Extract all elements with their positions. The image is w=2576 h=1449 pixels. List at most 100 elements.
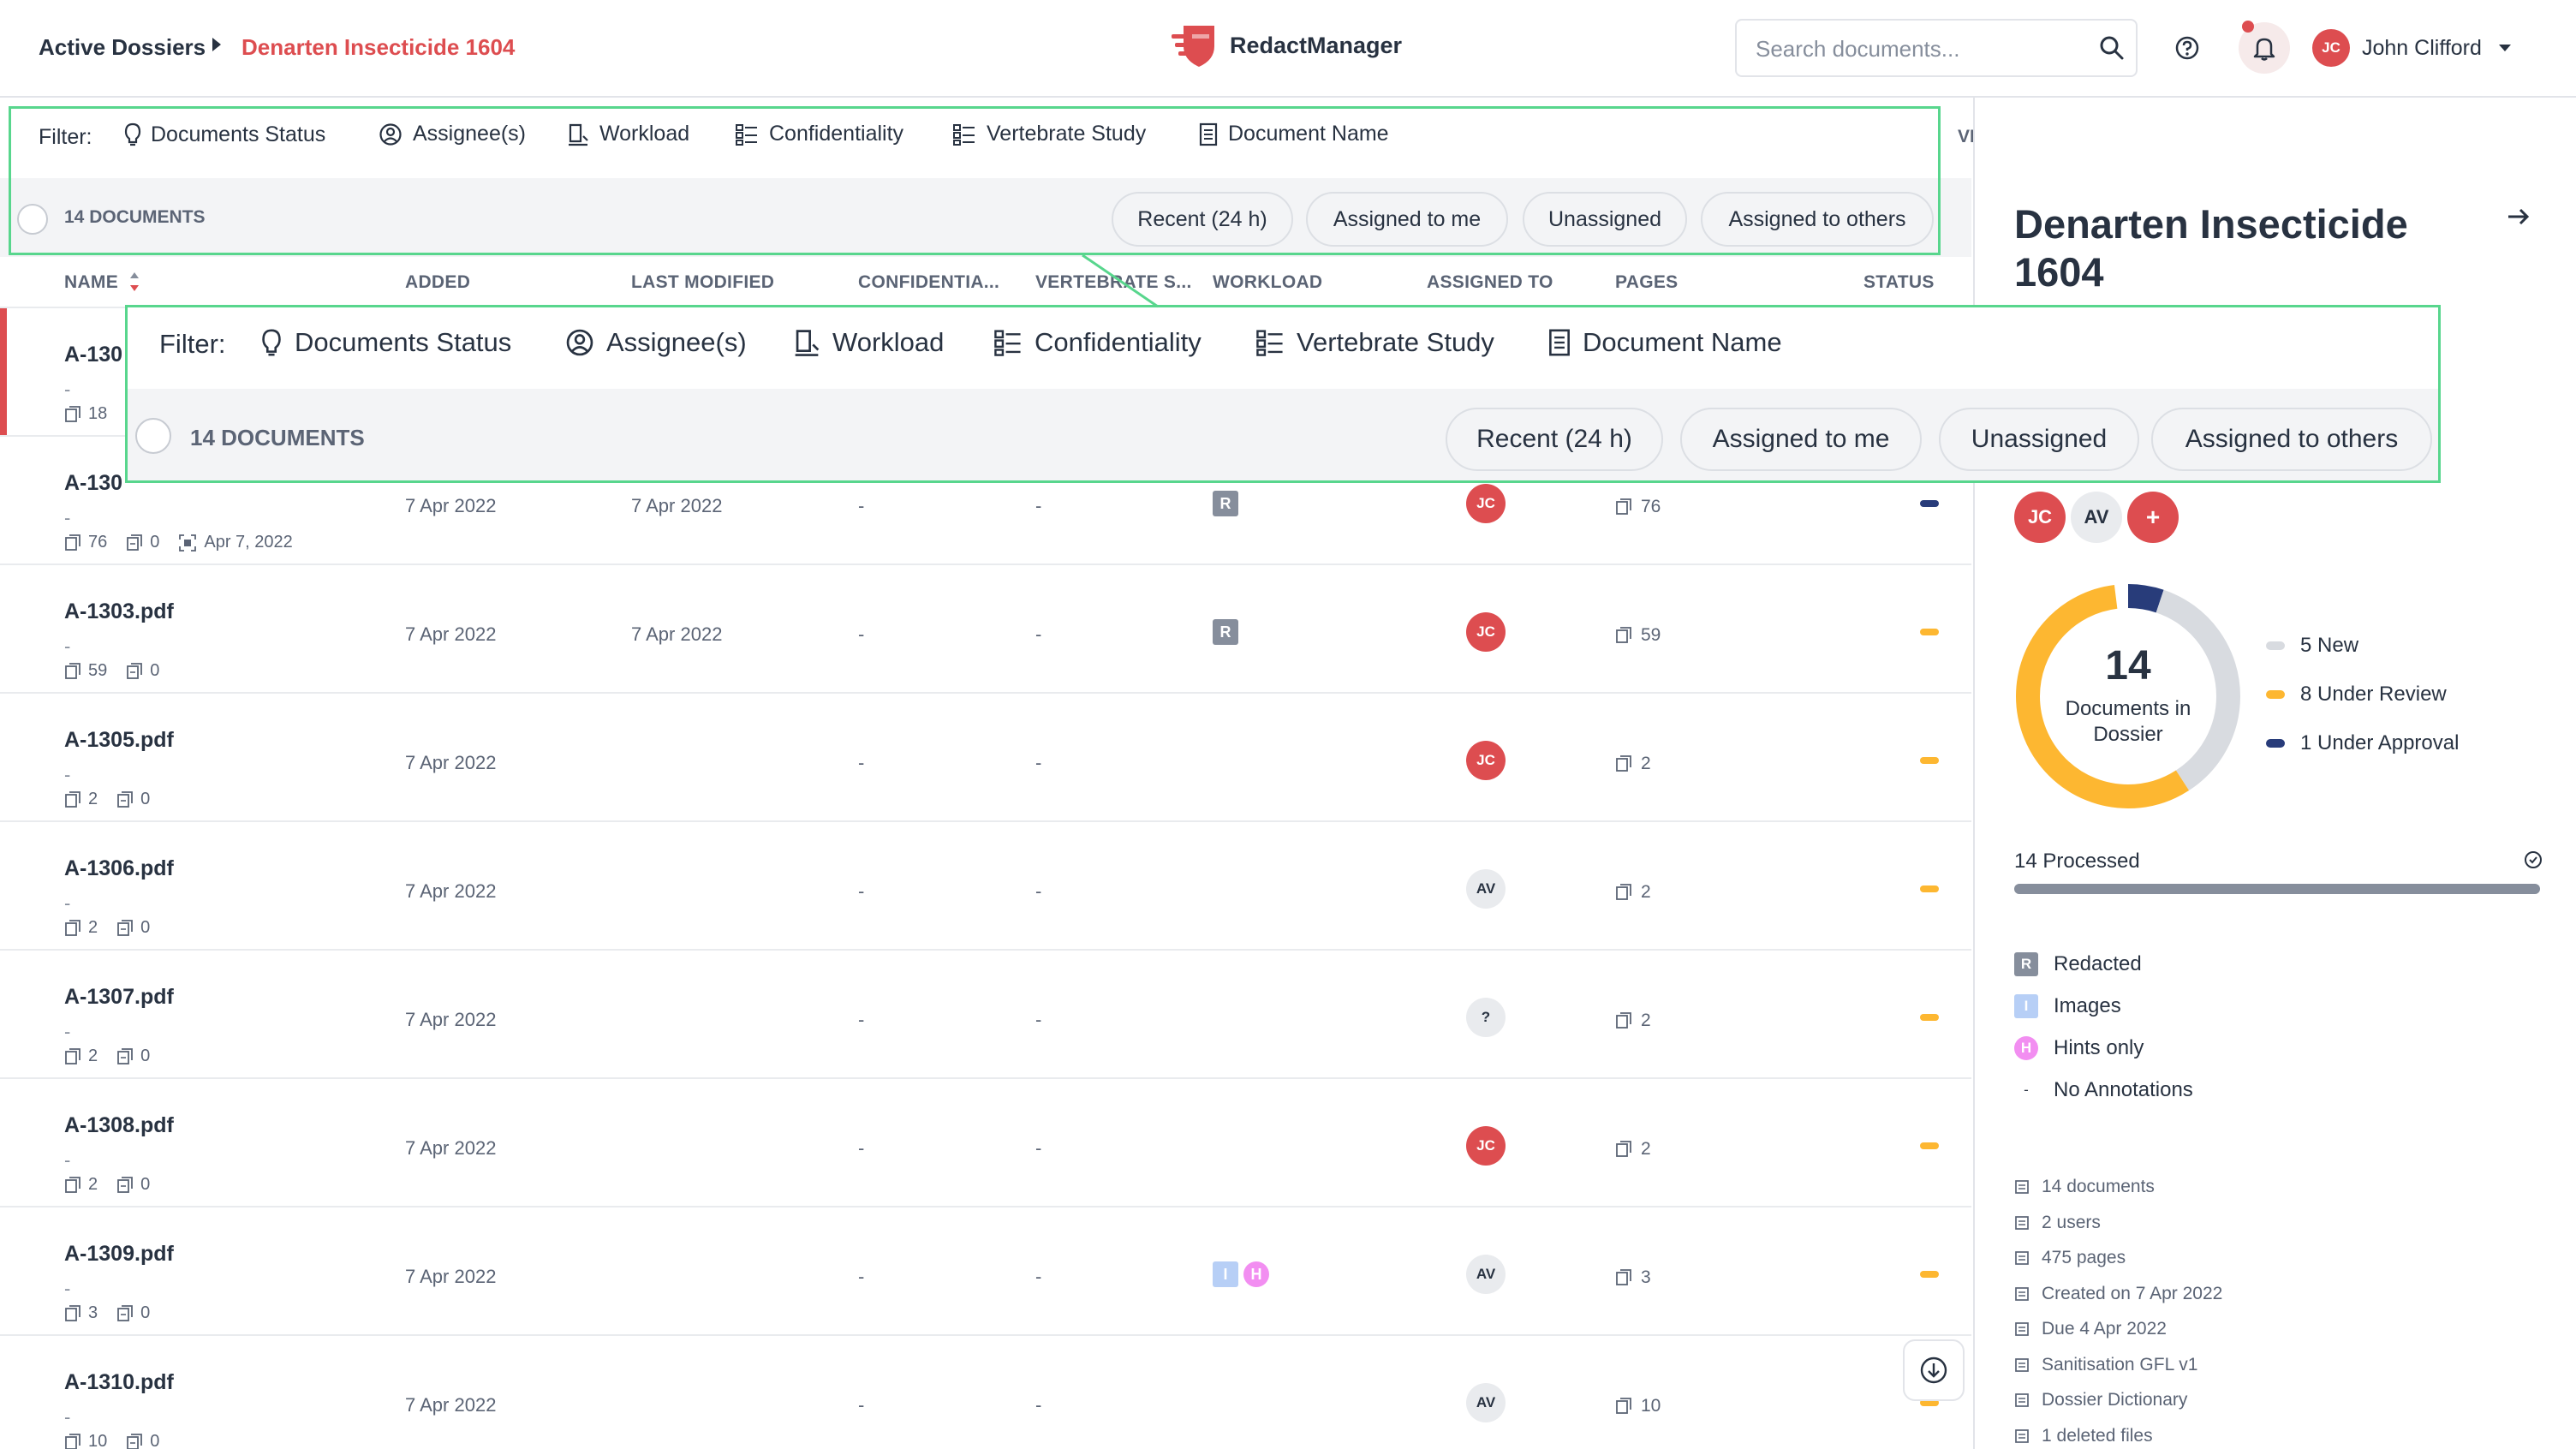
add-member-button[interactable]: + <box>2127 492 2179 543</box>
zoomed-filter-documents-status[interactable]: Documents Status <box>260 327 511 358</box>
zoomed-filter-document-name[interactable]: Document Name <box>1548 327 1782 358</box>
quick-filter-assigned-to-others[interactable]: Assigned to others <box>1701 192 1934 247</box>
page-count-value: 2 <box>88 1175 98 1194</box>
status-indicator[interactable] <box>1920 886 1939 892</box>
assignee-avatar[interactable]: JC <box>1466 484 1506 523</box>
column-header-assigned-to[interactable]: ASSIGNED TO <box>1427 272 1553 293</box>
status-indicator[interactable] <box>1920 1271 1939 1278</box>
scroll-down-button[interactable] <box>1903 1339 1965 1401</box>
page-count-meta: 3 <box>64 1303 98 1323</box>
breadcrumb-active-dossiers[interactable]: Active Dossiers <box>39 34 206 61</box>
column-header-last-modified[interactable]: LAST MODIFIED <box>631 272 774 293</box>
column-header-vertebrate-study[interactable]: VERTEBRATE S... <box>1035 272 1192 293</box>
file-name[interactable]: A-1308.pdf <box>64 1113 174 1138</box>
zoomed-filter-label: Filter: <box>159 329 226 359</box>
status-indicator[interactable] <box>1920 757 1939 764</box>
confidentiality-value: - <box>858 880 865 902</box>
member-avatar-av[interactable]: AV <box>2071 492 2122 543</box>
column-header-confidentiality[interactable]: CONFIDENTIA... <box>858 272 999 293</box>
column-header-name[interactable]: NAME <box>64 272 118 293</box>
legend-under-approval[interactable]: 1 Under Approval <box>2266 731 2459 755</box>
zoomed-filter-workload[interactable]: Workload <box>793 327 944 358</box>
pages-icon <box>65 1433 80 1449</box>
status-indicator[interactable] <box>1920 500 1939 507</box>
filter-workload[interactable]: Workload <box>567 122 689 146</box>
assignee-avatar[interactable]: JC <box>1466 1126 1506 1166</box>
quick-filter-unassigned[interactable]: Unassigned <box>1523 192 1687 247</box>
table-row[interactable]: A-1309.pdf -3 0 7 Apr 2022- - I H AV 3 <box>0 1208 1971 1336</box>
member-avatar-jc[interactable]: JC <box>2014 492 2066 543</box>
added-date: 7 Apr 2022 <box>405 1137 497 1159</box>
legend-new[interactable]: 5 New <box>2266 634 2358 658</box>
filter-documents-status[interactable]: Documents Status <box>123 122 325 147</box>
legend-swatch <box>2266 739 2285 748</box>
zoomed-filter-vertebrate-study[interactable]: Vertebrate Study <box>1255 327 1494 358</box>
status-indicator[interactable] <box>1920 629 1939 635</box>
page-count: 2 <box>1615 882 1651 903</box>
table-row[interactable]: A-1307.pdf -2 0 7 Apr 2022- -? 2 <box>0 951 1971 1079</box>
arrow-right-icon[interactable] <box>2506 206 2531 228</box>
zoomed-quick-filter-recent[interactable]: Recent (24 h) <box>1446 408 1663 471</box>
user-menu[interactable]: JC John Clifford <box>2312 29 2511 67</box>
redacted-badge: R <box>2014 952 2038 976</box>
file-name[interactable]: A-1310.pdf <box>64 1370 174 1395</box>
quick-filter-recent[interactable]: Recent (24 h) <box>1112 192 1293 247</box>
breadcrumb-current-dossier[interactable]: Denarten Insecticide 1604 <box>242 34 515 61</box>
search-icon[interactable] <box>2098 34 2126 62</box>
file-name[interactable]: A-1303.pdf <box>64 599 174 624</box>
vertebrate-study-value: - <box>1035 752 1042 773</box>
added-date: 7 Apr 2022 <box>405 623 497 645</box>
assignee-avatar[interactable]: ? <box>1466 998 1506 1037</box>
legend-under-review[interactable]: 8 Under Review <box>2266 683 2447 707</box>
assignee-avatar[interactable]: JC <box>1466 741 1506 780</box>
annotation-count-meta: 0 <box>116 918 150 938</box>
annotation-count-value: 0 <box>150 533 160 552</box>
sort-icon[interactable] <box>128 271 140 293</box>
filter-document-name[interactable]: Document Name <box>1199 122 1389 146</box>
table-row[interactable]: A-1306.pdf -2 0 7 Apr 2022- - AV 2 <box>0 822 1971 951</box>
quick-filter-assigned-to-me[interactable]: Assigned to me <box>1306 192 1508 247</box>
pages-icon <box>1616 1269 1631 1285</box>
annotation-count-value: 0 <box>150 1432 160 1449</box>
page-count-meta: 18 <box>64 404 107 424</box>
file-name[interactable]: A-1305.pdf <box>64 728 174 753</box>
column-header-status[interactable]: STATUS <box>1863 272 1935 293</box>
page-count-meta: 2 <box>64 1046 98 1066</box>
notifications-button[interactable] <box>2239 21 2290 74</box>
filter-confidentiality[interactable]: Confidentiality <box>735 122 903 146</box>
table-row[interactable]: A-1310.pdf -10 0 7 Apr 2022- - AV 10 <box>0 1336 1971 1449</box>
annotation-count-meta: 0 <box>116 1303 150 1323</box>
column-header-added[interactable]: ADDED <box>405 272 470 293</box>
file-name[interactable]: A-130 <box>64 343 122 367</box>
help-button[interactable] <box>2162 22 2213 74</box>
file-name[interactable]: A-1309.pdf <box>64 1242 174 1267</box>
zoomed-filter-assignees[interactable]: Assignee(s) <box>565 327 747 358</box>
zoomed-quick-filter-assigned-to-me[interactable]: Assigned to me <box>1680 408 1922 471</box>
zoomed-select-all-checkbox[interactable] <box>135 418 171 454</box>
confidentiality-value: - <box>858 623 865 645</box>
search-input[interactable] <box>1756 36 2081 63</box>
table-row[interactable]: A-1305.pdf -2 0 7 Apr 2022- - JC 2 <box>0 694 1971 822</box>
status-indicator[interactable] <box>1920 1142 1939 1149</box>
zoomed-quick-filter-assigned-to-others[interactable]: Assigned to others <box>2151 408 2432 471</box>
table-row[interactable]: A-1303.pdf -59 0 7 Apr 2022 7 Apr 2022- - R JC 5… <box>0 565 1971 694</box>
assignee-avatar[interactable]: JC <box>1466 612 1506 652</box>
table-row[interactable]: A-1308.pdf -2 0 7 Apr 2022- - JC 2 <box>0 1079 1971 1208</box>
filter-vertebrate-study[interactable]: Vertebrate Study <box>952 122 1146 146</box>
filter-assignees[interactable]: Assignee(s) <box>379 122 526 146</box>
select-all-checkbox[interactable] <box>17 204 48 235</box>
pages-icon <box>1616 1141 1631 1157</box>
column-header-pages[interactable]: PAGES <box>1615 272 1678 293</box>
processed-progress-track <box>2014 884 2540 894</box>
zoomed-quick-filter-unassigned[interactable]: Unassigned <box>1939 408 2139 471</box>
assignee-avatar[interactable]: AV <box>1466 869 1506 909</box>
file-name[interactable]: A-1306.pdf <box>64 856 174 881</box>
status-indicator[interactable] <box>1920 1014 1939 1021</box>
app-logo[interactable]: RedactManager <box>1170 22 1402 69</box>
zoomed-filter-confidentiality[interactable]: Confidentiality <box>993 327 1202 358</box>
assignee-avatar[interactable]: AV <box>1466 1255 1506 1294</box>
assignee-avatar[interactable]: AV <box>1466 1383 1506 1422</box>
file-name[interactable]: A-130 <box>64 471 122 496</box>
file-name[interactable]: A-1307.pdf <box>64 985 174 1010</box>
column-header-workload[interactable]: WORKLOAD <box>1213 272 1322 293</box>
